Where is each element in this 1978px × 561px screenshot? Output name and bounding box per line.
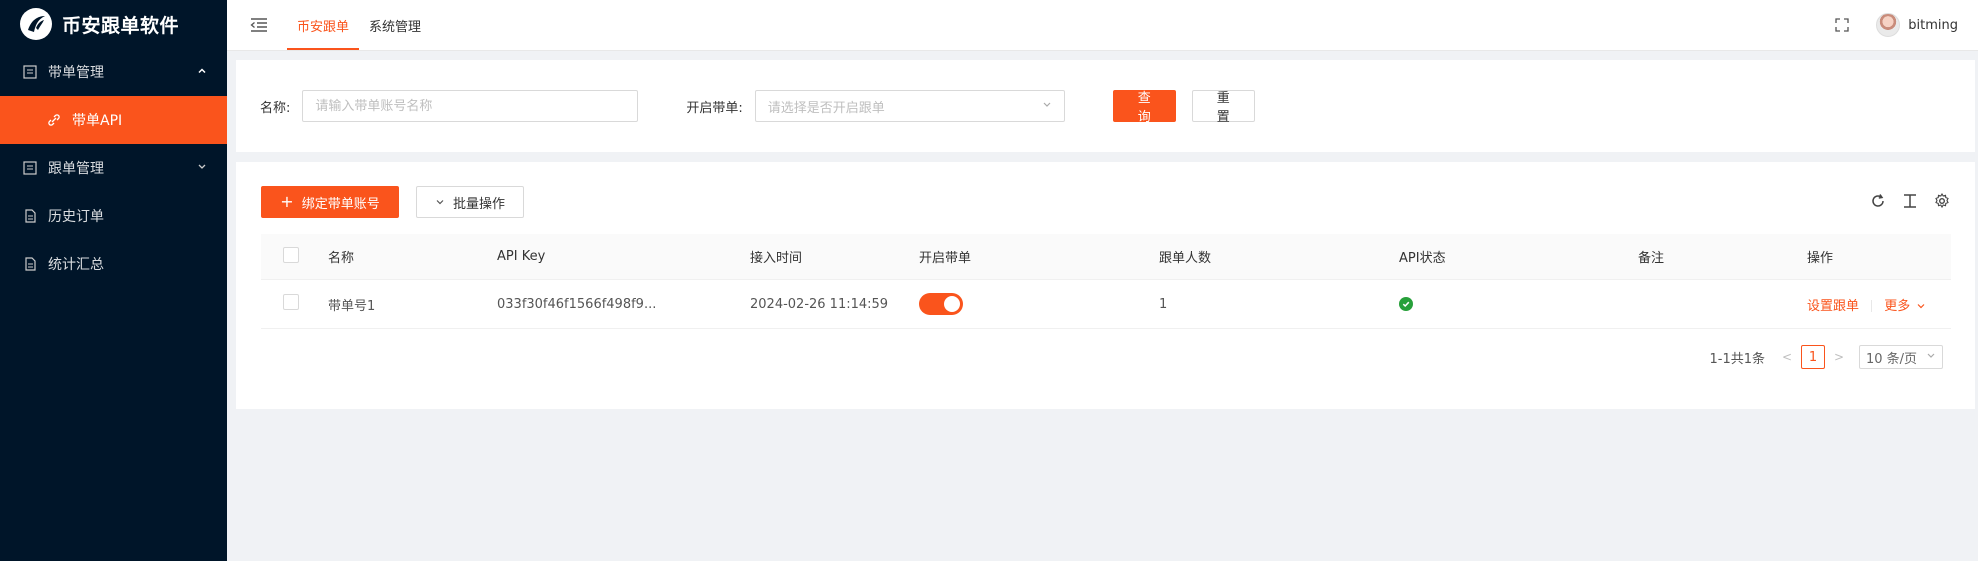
link-icon bbox=[46, 112, 62, 128]
table-header: 名称 API Key 接入时间 开启带单 跟单人数 API状态 备注 操作 bbox=[261, 234, 1951, 280]
lead-api-table: 名称 API Key 接入时间 开启带单 跟单人数 API状态 备注 操作 带单… bbox=[261, 234, 1951, 329]
more-dropdown[interactable]: 更多 bbox=[1884, 299, 1926, 314]
username[interactable]: bitming bbox=[1908, 18, 1958, 33]
sidebar: 币安跟单软件 带单管理 带单API 跟单管理 历史订单 统计汇总 bbox=[0, 0, 227, 561]
chevron-down-icon bbox=[197, 162, 207, 175]
table-toolbar: + 绑定带单账号 批量操作 bbox=[261, 186, 524, 218]
header-right: bitming bbox=[1832, 13, 1978, 37]
query-button[interactable]: 查 询 bbox=[1112, 90, 1176, 125]
check-circle-icon bbox=[1399, 297, 1413, 311]
reset-button[interactable]: 重 置 bbox=[1191, 90, 1255, 125]
pagination-summary: 1-1共1条 bbox=[1709, 351, 1765, 367]
cell-api-key: 033f30f46f1566f498f9... bbox=[497, 296, 657, 312]
column-header: 名称 bbox=[328, 251, 355, 266]
header-nav: 币安跟单 系统管理 bbox=[287, 0, 431, 50]
search-form: 名称: 开启带单: 请选择是否开启跟单 查 询 重 置 bbox=[236, 60, 1975, 152]
bind-lead-account-button[interactable]: + 绑定带单账号 bbox=[261, 186, 399, 218]
column-header: API Key bbox=[497, 249, 546, 264]
cell-followers: 1 bbox=[1159, 296, 1168, 312]
column-header: 备注 bbox=[1638, 251, 1665, 266]
batch-operations-button[interactable]: 批量操作 bbox=[416, 186, 524, 218]
name-search-input[interactable] bbox=[302, 90, 639, 122]
sidebar-item-lead-api[interactable]: 带单API bbox=[0, 96, 227, 144]
sidebar-item-label: 历史订单 bbox=[48, 209, 104, 225]
file-icon bbox=[22, 208, 38, 224]
sidebar-item-lead-management[interactable]: 带单管理 bbox=[0, 48, 227, 96]
sidebar-item-label: 带单管理 bbox=[48, 65, 104, 81]
enable-lead-switch[interactable] bbox=[919, 293, 963, 315]
table-settings bbox=[1855, 192, 1951, 210]
name-field-label: 名称: bbox=[260, 100, 291, 116]
avatar[interactable] bbox=[1876, 13, 1901, 37]
app-logo[interactable]: 币安跟单软件 bbox=[0, 0, 227, 48]
sidebar-item-follow-management[interactable]: 跟单管理 bbox=[0, 144, 227, 192]
top-header: 币安跟单 系统管理 bitming bbox=[227, 0, 1978, 51]
chevron-down-icon bbox=[1916, 301, 1926, 311]
fullscreen-icon[interactable] bbox=[1832, 15, 1852, 35]
chevron-up-icon bbox=[197, 66, 207, 79]
setting-icon[interactable] bbox=[1933, 192, 1951, 210]
app-title: 币安跟单软件 bbox=[62, 14, 180, 37]
set-follow-link[interactable]: 设置跟单 bbox=[1807, 299, 1859, 314]
chevron-down-icon bbox=[435, 197, 445, 207]
next-page-icon[interactable]: > bbox=[1829, 350, 1849, 364]
list-icon bbox=[22, 64, 38, 80]
page-number[interactable]: 1 bbox=[1801, 345, 1825, 369]
column-header: 开启带单 bbox=[919, 251, 972, 266]
page-size-select[interactable]: 10 条/页 bbox=[1859, 345, 1943, 369]
select-all-checkbox[interactable] bbox=[283, 246, 299, 263]
logo-icon bbox=[20, 8, 52, 40]
column-height-icon[interactable] bbox=[1901, 192, 1919, 210]
batch-operations-label: 批量操作 bbox=[452, 196, 505, 212]
column-header: 接入时间 bbox=[750, 251, 803, 266]
column-header: API状态 bbox=[1399, 251, 1446, 266]
reload-icon[interactable] bbox=[1869, 192, 1887, 210]
sidebar-item-label: 带单API bbox=[72, 113, 123, 129]
cell-time: 2024-02-26 11:14:59 bbox=[750, 296, 889, 312]
row-checkbox[interactable] bbox=[283, 294, 299, 310]
column-header: 操作 bbox=[1807, 251, 1834, 266]
column-header: 跟单人数 bbox=[1159, 251, 1212, 266]
table-row: 带单号1 033f30f46f1566f498f9... 2024-02-26 … bbox=[261, 280, 1951, 329]
list-icon bbox=[22, 160, 38, 176]
table-card: + 绑定带单账号 批量操作 名称 API Key 接入时间 开启带单 跟单人数 bbox=[236, 162, 1975, 409]
chevron-down-icon bbox=[1042, 99, 1052, 114]
menu-fold-icon[interactable] bbox=[247, 13, 271, 37]
tab-binance-copy-trading[interactable]: 币安跟单 bbox=[287, 0, 360, 50]
enable-field-label: 开启带单: bbox=[686, 100, 743, 116]
sidebar-item-label: 跟单管理 bbox=[48, 161, 104, 177]
tab-system-management[interactable]: 系统管理 bbox=[359, 0, 431, 50]
enable-select[interactable]: 请选择是否开启跟单 bbox=[754, 90, 1065, 122]
plus-icon: + bbox=[280, 192, 294, 211]
enable-select-placeholder: 请选择是否开启跟单 bbox=[767, 100, 885, 116]
submenu-lead-management: 带单API bbox=[0, 96, 227, 144]
page-size-value: 10 条/页 bbox=[1866, 351, 1918, 367]
cell-name: 带单号1 bbox=[328, 298, 376, 314]
bind-lead-account-label: 绑定带单账号 bbox=[301, 196, 380, 212]
sidebar-item-history-orders[interactable]: 历史订单 bbox=[0, 192, 227, 240]
cell-ops: 设置跟单 更多 bbox=[1807, 295, 1951, 314]
prev-page-icon[interactable]: < bbox=[1777, 350, 1797, 364]
file-icon bbox=[22, 256, 38, 272]
sidebar-item-statistics[interactable]: 统计汇总 bbox=[0, 240, 227, 288]
more-label: 更多 bbox=[1884, 298, 1911, 314]
sidebar-item-label: 统计汇总 bbox=[48, 257, 104, 273]
chevron-down-icon bbox=[1926, 350, 1936, 365]
divider bbox=[1871, 300, 1873, 312]
pagination: 1-1共1条 < 1 > 10 条/页 bbox=[1709, 345, 1943, 369]
